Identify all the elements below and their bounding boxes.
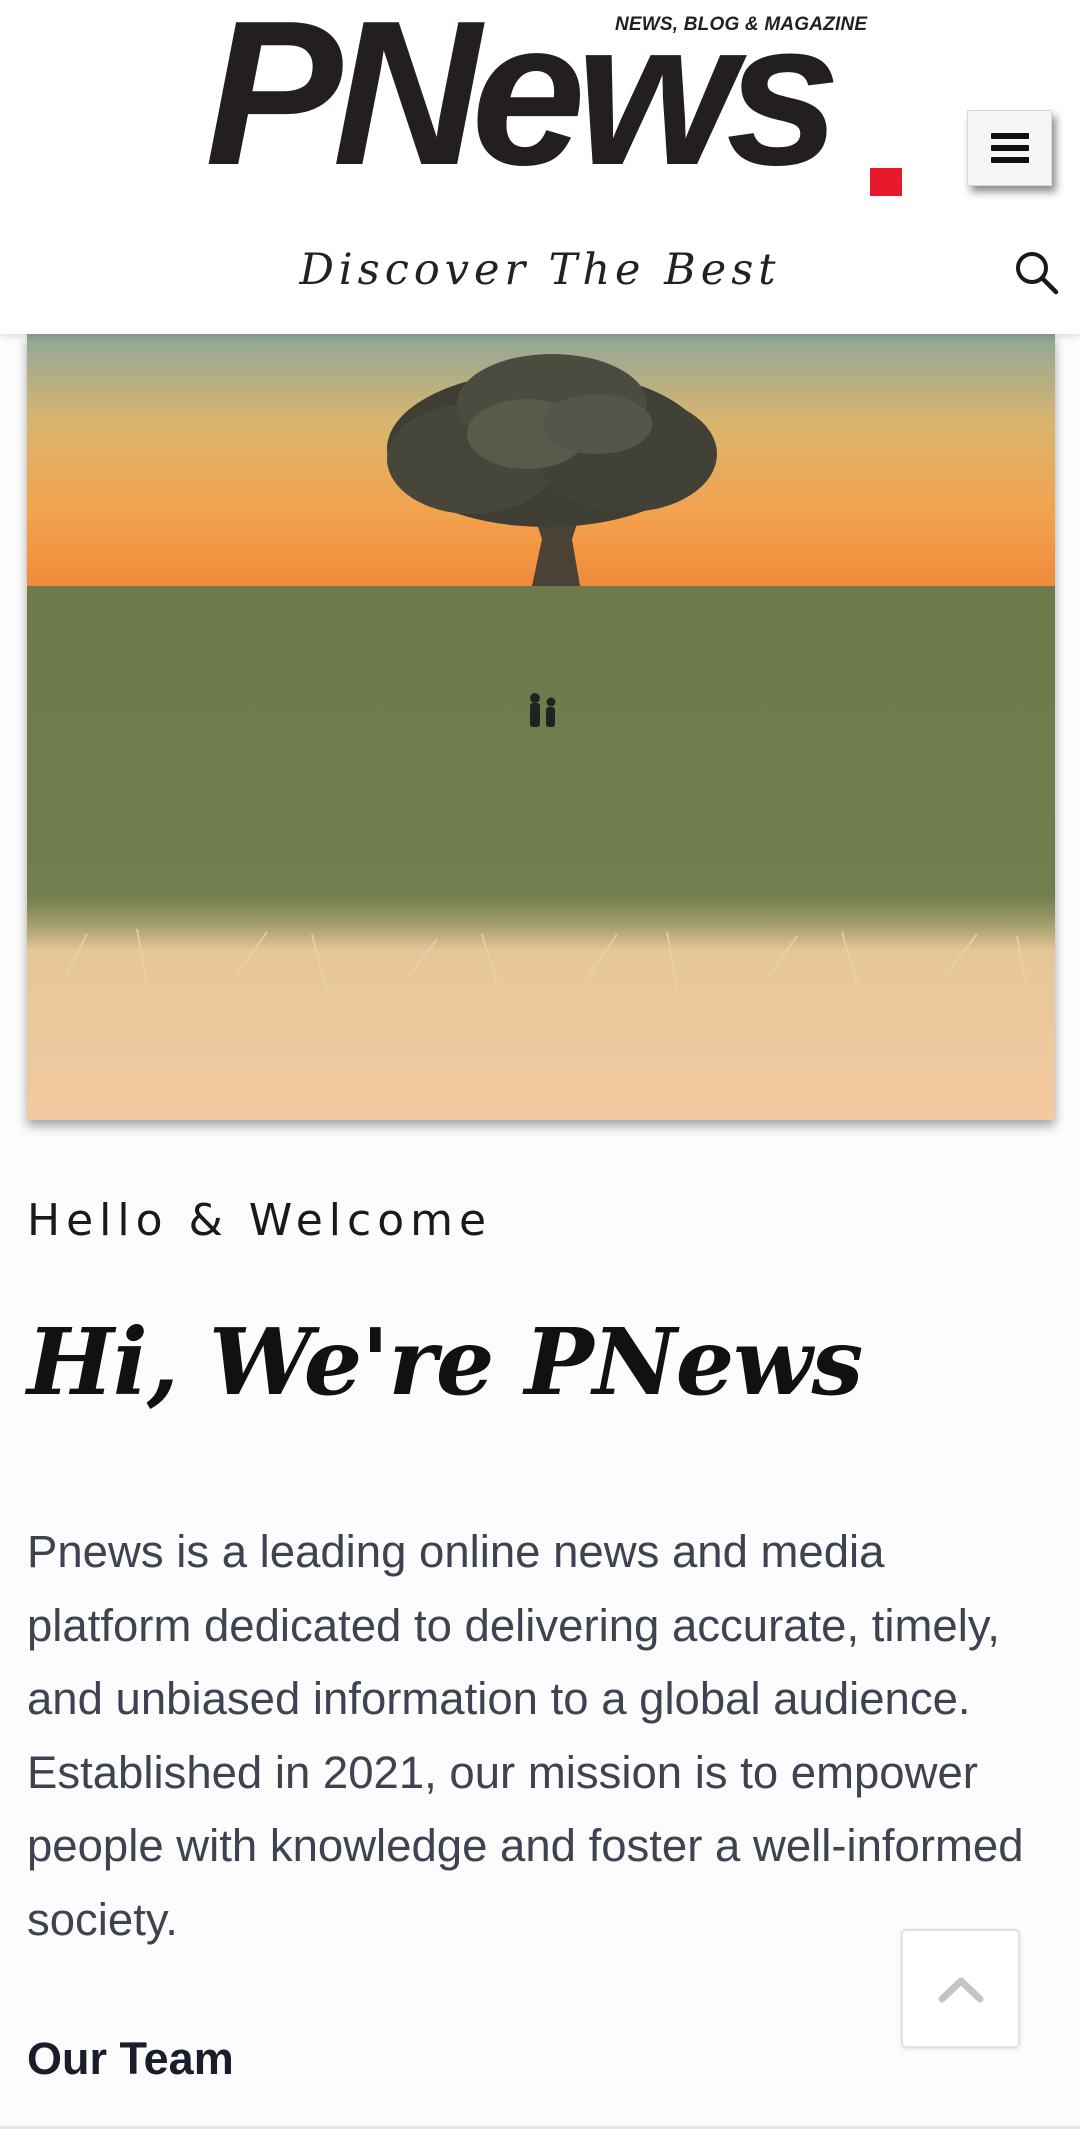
intro-paragraph: Pnews is a leading online news and media… — [27, 1526, 1024, 1945]
logo-accent-dot — [870, 168, 902, 196]
logo-tagline: NEWS, BLOG & MAGAZINE — [615, 14, 868, 35]
site-subtitle: Discover The Best — [299, 245, 781, 295]
chevron-up-icon — [938, 1977, 983, 2002]
page-headline: Hi, We're PNews — [27, 1308, 863, 1416]
our-team-heading: Our Team — [27, 2033, 234, 2084]
hero-image — [27, 334, 1055, 1120]
site-logo[interactable]: PNews NEWS, BLOG & MAGAZINE — [205, 0, 905, 210]
site-header: PNews NEWS, BLOG & MAGAZINE Discover The… — [0, 0, 1080, 334]
search-icon — [1016, 252, 1059, 295]
scroll-to-top-button[interactable] — [901, 1929, 1020, 2048]
menu-button[interactable] — [967, 110, 1052, 186]
hamburger-icon — [990, 133, 1029, 163]
welcome-eyebrow: Hello & Welcome — [27, 1195, 493, 1246]
search-button[interactable] — [1012, 248, 1062, 298]
